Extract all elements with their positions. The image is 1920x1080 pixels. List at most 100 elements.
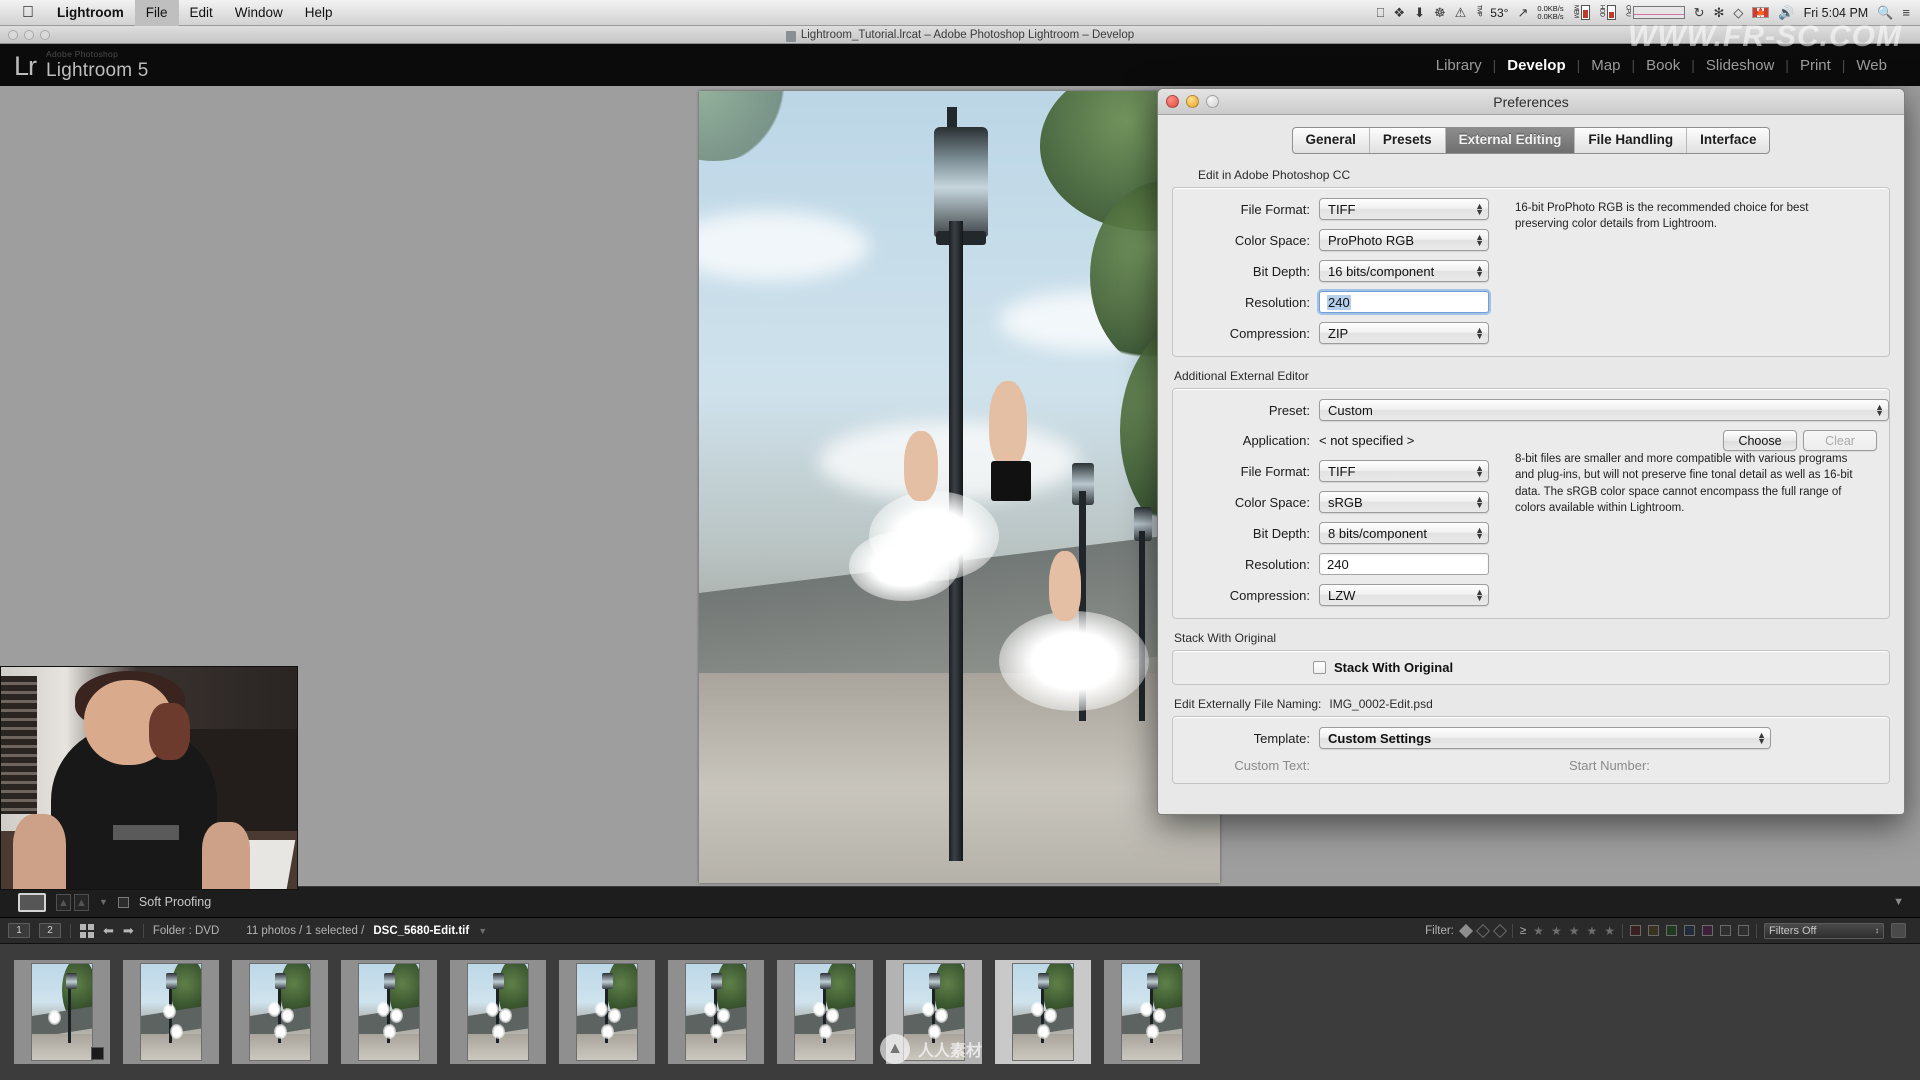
tab-interface[interactable]: Interface <box>1687 128 1769 153</box>
filter-flag-reject-icon[interactable] <box>1492 923 1507 938</box>
color-label-red-icon[interactable] <box>1630 925 1641 936</box>
arrow-right-icon[interactable]: ➡ <box>123 923 134 939</box>
additional-bit-depth-select[interactable]: 8 bits/component ▲ ▼ <box>1319 522 1489 544</box>
filmstrip-source-label[interactable]: Folder : DVD <box>153 925 219 937</box>
additional-file-format-select[interactable]: TIFF ▲ ▼ <box>1319 460 1489 482</box>
list-item[interactable] <box>450 960 546 1064</box>
network-speed[interactable]: 0.0KB/s 0.0KB/s <box>1537 4 1563 21</box>
list-item[interactable] <box>668 960 764 1064</box>
filmstrip-selected-file[interactable]: DSC_5680-Edit.tif <box>373 925 469 937</box>
color-label-custom-icon[interactable] <box>1738 925 1749 936</box>
window-zoom-button[interactable] <box>40 30 50 40</box>
close-button[interactable] <box>1166 95 1179 108</box>
rating-operator[interactable]: ≥ <box>1520 925 1526 937</box>
module-book[interactable]: Book <box>1635 57 1691 74</box>
module-develop[interactable]: Develop <box>1496 57 1576 74</box>
template-select[interactable]: Custom Settings ▲ ▼ <box>1319 727 1771 749</box>
preferences-dialog[interactable]: Preferences General Presets External Edi… <box>1157 88 1905 815</box>
page-button-2[interactable]: 2 <box>39 923 61 938</box>
list-item-selected[interactable] <box>995 960 1091 1064</box>
loupe-view-icon[interactable] <box>18 892 46 912</box>
module-web[interactable]: Web <box>1845 57 1898 74</box>
flag-reject-icon[interactable]: ▲ <box>74 893 89 911</box>
primary-compression-select[interactable]: ZIP ▲ ▼ <box>1319 322 1489 344</box>
primary-color-space-select[interactable]: ProPhoto RGB ▲ ▼ <box>1319 229 1489 251</box>
rating-star-icon[interactable]: ★ <box>1586 924 1597 938</box>
module-print[interactable]: Print <box>1789 57 1842 74</box>
list-item[interactable] <box>123 960 219 1064</box>
temperature-value[interactable]: 53° <box>1490 6 1508 20</box>
module-library[interactable]: Library <box>1425 57 1493 74</box>
volume-icon[interactable]: 🔊 <box>1778 6 1794 19</box>
search-icon[interactable]: 🔍 <box>1877 6 1893 19</box>
page-button-1[interactable]: 1 <box>8 923 30 938</box>
flag-pick-icon[interactable]: ▲ <box>56 893 71 911</box>
list-item[interactable] <box>777 960 873 1064</box>
memory-meter[interactable]: MEM <box>1573 5 1590 21</box>
airplay-icon[interactable]: ⎕ <box>1377 6 1385 19</box>
bluetooth-icon[interactable]: ✻ <box>1714 6 1725 19</box>
primary-file-format-select[interactable]: TIFF ▲ ▼ <box>1319 198 1489 220</box>
list-item[interactable] <box>232 960 328 1064</box>
canada-flag-icon[interactable]: 🍁 <box>1752 7 1770 18</box>
flag-buttons[interactable]: ▲ ▲ <box>56 893 89 911</box>
rating-star-icon[interactable]: ★ <box>1551 924 1562 938</box>
filter-flag-pick-icon[interactable] <box>1458 923 1473 938</box>
list-item[interactable] <box>1104 960 1200 1064</box>
download-icon[interactable]: ⬇ <box>1414 6 1425 19</box>
dropbox-icon[interactable]: ❖ <box>1393 6 1405 19</box>
color-label-yellow-icon[interactable] <box>1648 925 1659 936</box>
apple-menu-icon[interactable]:  <box>10 0 46 26</box>
chevron-down-icon[interactable]: ▼ <box>478 926 487 936</box>
menu-item-lightroom[interactable]: Lightroom <box>46 0 135 26</box>
time-machine-icon[interactable]: ↻ <box>1694 6 1705 19</box>
zoom-button[interactable] <box>1206 95 1219 108</box>
grid-view-icon[interactable] <box>80 923 94 938</box>
main-photo-preview[interactable] <box>699 91 1220 883</box>
filters-preset-select[interactable]: Filters Off ↕ <box>1764 922 1884 939</box>
window-minimize-button[interactable] <box>24 30 34 40</box>
arrow-left-icon[interactable]: ⬅ <box>103 923 114 939</box>
cpu-meter[interactable]: CPU <box>1625 5 1685 21</box>
menu-item-window[interactable]: Window <box>224 0 294 26</box>
menu-item-edit[interactable]: Edit <box>179 0 224 26</box>
battery-warning-icon[interactable]: ⚠ <box>1455 6 1467 19</box>
rating-star-icon[interactable]: ★ <box>1533 924 1544 938</box>
tab-external-editing[interactable]: External Editing <box>1445 128 1576 153</box>
filter-lock-icon[interactable] <box>1891 923 1906 938</box>
filter-flag-unflagged-icon[interactable] <box>1475 923 1490 938</box>
rating-star-icon[interactable]: ★ <box>1569 924 1580 938</box>
tab-presets[interactable]: Presets <box>1370 128 1446 153</box>
fan-icon[interactable]: ↗ <box>1517 6 1528 19</box>
primary-bit-depth-select[interactable]: 16 bits/component ▲ ▼ <box>1319 260 1489 282</box>
disk-meter[interactable]: HDD <box>1599 5 1616 21</box>
menu-item-help[interactable]: Help <box>294 0 344 26</box>
choose-button[interactable]: Choose <box>1723 430 1797 451</box>
cloud-sync-icon[interactable]: ☸ <box>1434 6 1446 19</box>
rating-star-icon[interactable]: ★ <box>1604 924 1615 938</box>
primary-resolution-input[interactable]: 240 <box>1319 291 1489 313</box>
list-item[interactable] <box>14 960 110 1064</box>
notification-center-icon[interactable]: ≡ <box>1902 6 1910 19</box>
color-label-none-icon[interactable] <box>1720 925 1731 936</box>
wifi-icon[interactable]: ◇ <box>1733 6 1743 19</box>
color-label-purple-icon[interactable] <box>1702 925 1713 936</box>
toolbar-collapse-icon[interactable]: ▼ <box>1893 896 1920 908</box>
photo-badge-icon[interactable] <box>91 1047 104 1060</box>
menu-item-file[interactable]: File <box>134 0 179 26</box>
module-map[interactable]: Map <box>1580 57 1631 74</box>
additional-resolution-input[interactable]: 240 <box>1319 553 1489 575</box>
color-label-blue-icon[interactable] <box>1684 925 1695 936</box>
color-label-green-icon[interactable] <box>1666 925 1677 936</box>
additional-color-space-select[interactable]: sRGB ▲ ▼ <box>1319 491 1489 513</box>
minimize-button[interactable] <box>1186 95 1199 108</box>
additional-compression-select[interactable]: LZW ▲ ▼ <box>1319 584 1489 606</box>
clock[interactable]: Fri 5:04 PM <box>1804 6 1869 20</box>
list-item[interactable] <box>341 960 437 1064</box>
tab-general[interactable]: General <box>1293 128 1370 153</box>
soft-proofing-checkbox[interactable] <box>117 896 129 908</box>
chevron-down-icon[interactable]: ▼ <box>99 897 108 907</box>
preset-select[interactable]: Custom ▲ ▼ <box>1319 399 1889 421</box>
tab-file-handling[interactable]: File Handling <box>1575 128 1688 153</box>
list-item[interactable] <box>559 960 655 1064</box>
